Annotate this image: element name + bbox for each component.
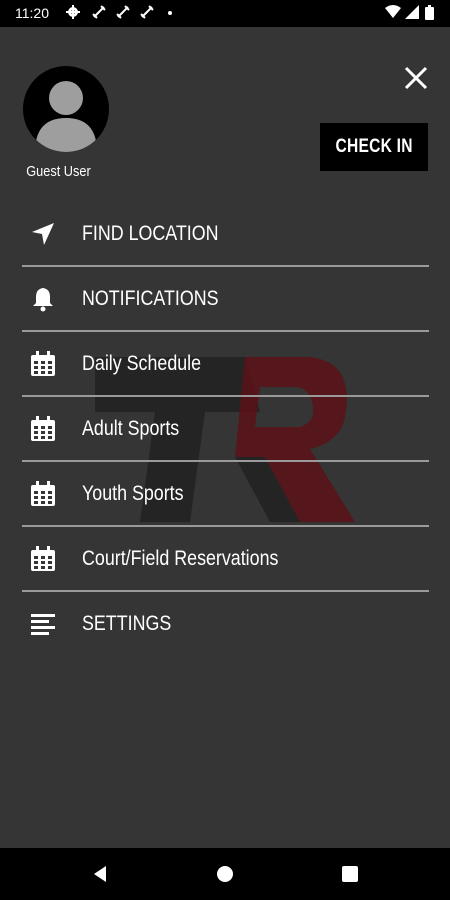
user-avatar-icon xyxy=(35,81,97,152)
battery-icon xyxy=(425,5,434,20)
calendar-icon xyxy=(31,481,55,506)
menu-item-court-field-reservations[interactable]: Court/Field Reservations xyxy=(22,527,429,592)
satellite-icon xyxy=(140,5,154,19)
menu-item-label: SETTINGS xyxy=(82,612,172,635)
menu-item-label: Youth Sports xyxy=(82,482,184,505)
back-icon[interactable] xyxy=(90,864,110,884)
calendar-icon xyxy=(31,416,55,441)
status-bar: 11:20 xyxy=(0,0,450,27)
menu-item-find-location[interactable]: FIND LOCATION xyxy=(22,202,429,267)
signal-icon xyxy=(405,5,419,19)
menu-item-label: Adult Sports xyxy=(82,417,180,440)
menu-item-label: FIND LOCATION xyxy=(82,222,219,245)
wifi-icon xyxy=(385,5,401,18)
menu-item-label: Court/Field Reservations xyxy=(82,547,279,570)
guest-user-name: Guest User xyxy=(26,163,91,180)
menu-item-daily-schedule[interactable]: Daily Schedule xyxy=(22,332,429,397)
system-navigation-bar xyxy=(0,848,450,900)
drawer-menu: FIND LOCATION NOTIFICATIONS Daily Schedu… xyxy=(22,202,429,657)
menu-item-adult-sports[interactable]: Adult Sports xyxy=(22,397,429,462)
recents-icon[interactable] xyxy=(340,864,360,884)
calendar-icon xyxy=(31,351,55,376)
status-time: 11:20 xyxy=(15,5,49,21)
avatar[interactable] xyxy=(23,66,109,152)
satellite-icon xyxy=(92,5,106,19)
menu-item-youth-sports[interactable]: Youth Sports xyxy=(22,462,429,527)
check-in-button[interactable]: CHECK IN xyxy=(320,123,428,171)
menu-item-label: Daily Schedule xyxy=(82,352,202,375)
satellite-icon xyxy=(116,5,130,19)
menu-item-notifications[interactable]: NOTIFICATIONS xyxy=(22,267,429,332)
calendar-icon xyxy=(31,546,55,571)
navigation-drawer: Guest User CHECK IN FIND LOCATION NOTIFI… xyxy=(0,27,450,848)
dot-icon xyxy=(168,11,172,15)
navigation-arrow-icon xyxy=(32,223,54,245)
bell-icon xyxy=(33,288,53,312)
gear-icon xyxy=(66,5,80,19)
settings-lines-icon xyxy=(31,614,55,635)
menu-item-label: NOTIFICATIONS xyxy=(82,287,219,310)
check-in-label: CHECK IN xyxy=(335,136,413,157)
menu-item-settings[interactable]: SETTINGS xyxy=(22,592,429,657)
close-icon[interactable] xyxy=(398,60,434,96)
home-icon[interactable] xyxy=(215,864,235,884)
